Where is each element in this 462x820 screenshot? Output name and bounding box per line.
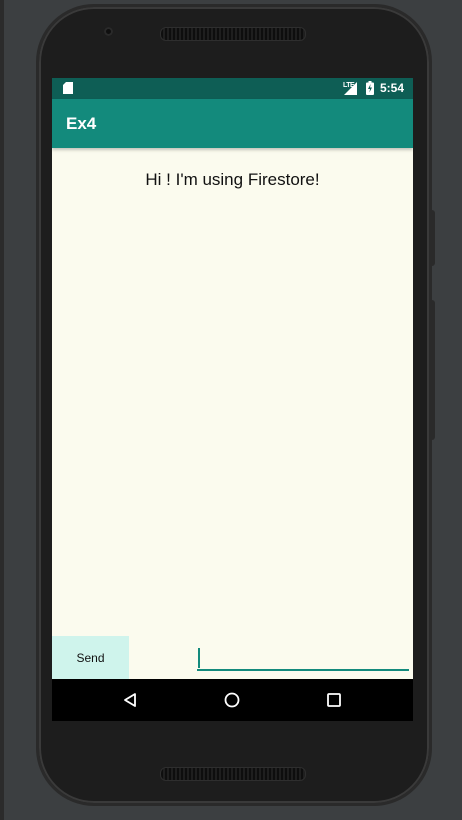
home-icon[interactable]: [224, 692, 240, 708]
send-button[interactable]: Send: [52, 636, 129, 679]
battery-charging-icon: [366, 81, 374, 95]
text-cursor: [198, 648, 200, 668]
recents-icon[interactable]: [326, 692, 342, 708]
status-time: 5:54: [380, 81, 405, 95]
status-bar: LTE 5:54: [52, 78, 413, 99]
message-text: Hi ! I'm using Firestore!: [145, 170, 320, 189]
background-edge: [0, 0, 4, 820]
bottom-speaker-grille: [160, 767, 306, 781]
message-input[interactable]: [197, 646, 409, 671]
app-bar: Ex4: [52, 99, 413, 148]
volume-button[interactable]: [430, 300, 435, 440]
sd-card-icon: [63, 82, 73, 94]
app-title: Ex4: [66, 114, 97, 133]
navigation-bar: [52, 679, 413, 721]
front-camera: [104, 27, 113, 36]
signal-icon: [344, 82, 357, 95]
top-speaker-grille: [160, 27, 306, 41]
device-screen: LTE 5:54 Ex4 Hi ! I'm using Firestore! S…: [52, 78, 413, 721]
back-icon[interactable]: [122, 692, 138, 708]
power-button[interactable]: [430, 210, 435, 266]
